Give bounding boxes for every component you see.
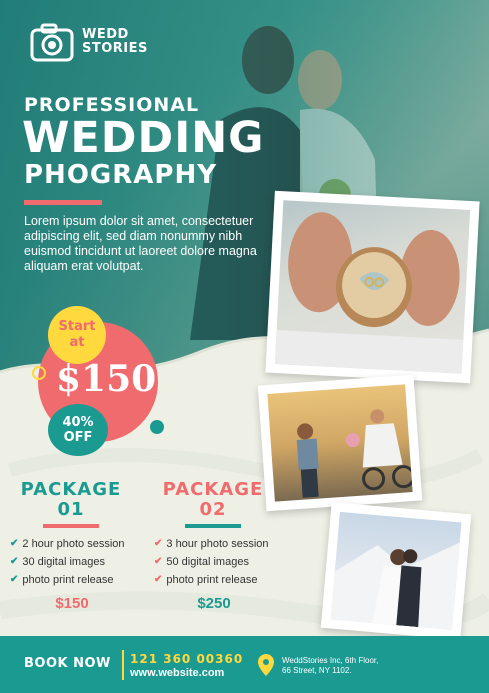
discount-percent: 40% <box>62 415 94 430</box>
list-item: ✔ photo print release <box>10 571 125 589</box>
phone-number[interactable]: 121 360 00360 <box>130 652 243 666</box>
promo-at-label: at <box>69 335 85 350</box>
brand-name: WEDD STORIES <box>82 28 148 56</box>
brand-name-line2: STORIES <box>82 41 148 56</box>
list-item: ✔ 50 digital images <box>154 553 269 571</box>
footer-bar: BOOK NOW 121 360 00360 www.website.com W… <box>0 636 489 693</box>
package-01-underline <box>43 524 99 528</box>
package-01-number: 01 <box>57 499 85 520</box>
feature-text: 30 digital images <box>22 556 105 568</box>
list-item: ✔ 3 hour photo session <box>154 535 269 553</box>
check-icon: ✔ <box>10 538 19 549</box>
package-02-number: 02 <box>199 499 227 520</box>
package-02-underline <box>185 524 241 528</box>
list-item: ✔ 30 digital images <box>10 553 125 571</box>
footer-divider <box>122 650 124 680</box>
promo-price: $150 <box>56 358 157 400</box>
feature-text: 50 digital images <box>166 556 249 568</box>
address: WeddStories Inc, 6th Floor, 66 Street, N… <box>282 656 378 676</box>
check-icon: ✔ <box>154 574 163 585</box>
photo-couple-coast <box>320 502 472 640</box>
coast-illustration <box>330 542 460 631</box>
website-link[interactable]: www.website.com <box>130 667 224 679</box>
check-icon: ✔ <box>154 538 163 549</box>
check-icon: ✔ <box>10 574 19 585</box>
feature-text: 3 hour photo session <box>166 538 269 550</box>
discount-off-label: OFF <box>63 430 93 445</box>
package-01-label: PACKAGE <box>20 479 122 500</box>
photo-couple-motorcycle <box>257 374 423 512</box>
map-pin-icon <box>258 654 274 676</box>
promo-discount-badge: 40% OFF <box>48 404 108 456</box>
package-01-price: $150 <box>55 595 89 612</box>
flyer: WEDD STORIES PROFESSIONAL WEDDING PHOGRA… <box>0 0 489 693</box>
package-02-heading: PACKAGE 02 <box>156 480 270 528</box>
check-icon: ✔ <box>10 556 19 567</box>
feature-text: 2 hour photo session <box>22 538 125 550</box>
camera-icon <box>30 23 74 62</box>
list-item: ✔ 2 hour photo session <box>10 535 125 553</box>
headline-underline <box>24 200 102 205</box>
check-icon: ✔ <box>154 556 163 567</box>
package-02-label: PACKAGE <box>162 479 264 500</box>
list-item: ✔ photo print release <box>154 571 269 589</box>
headline-wedding: WEDDING <box>22 113 265 163</box>
package-01-features: ✔ 2 hour photo session ✔ 30 digital images… <box>10 535 125 589</box>
body-copy: Lorem ipsum dolor sit amet, consectetuer… <box>24 214 257 273</box>
brand-name-line1: WEDD <box>82 27 129 42</box>
promo-start-label: Start <box>58 319 96 334</box>
feature-text: photo print release <box>166 574 258 586</box>
book-now-button[interactable]: BOOK NOW <box>24 656 111 671</box>
package-01-heading: PACKAGE 01 <box>14 480 128 528</box>
address-line2: 66 Street, NY 1102. <box>282 666 352 675</box>
address-line1: WeddStories Inc, 6th Floor, <box>282 656 379 665</box>
brand-logo[interactable]: WEDD STORIES <box>30 22 148 62</box>
package-02-features: ✔ 3 hour photo session ✔ 50 digital images… <box>154 535 269 589</box>
motorcycle-illustration <box>296 409 413 498</box>
promo-start-badge: Start at <box>48 306 106 364</box>
headline-photography: PHOGRAPHY <box>24 160 218 190</box>
rings-illustration <box>274 212 464 374</box>
package-02-price: $250 <box>197 595 231 612</box>
photo-rings <box>265 190 480 384</box>
feature-text: photo print release <box>22 574 114 586</box>
decor-dot-teal <box>150 420 164 434</box>
decor-ring <box>32 366 46 380</box>
